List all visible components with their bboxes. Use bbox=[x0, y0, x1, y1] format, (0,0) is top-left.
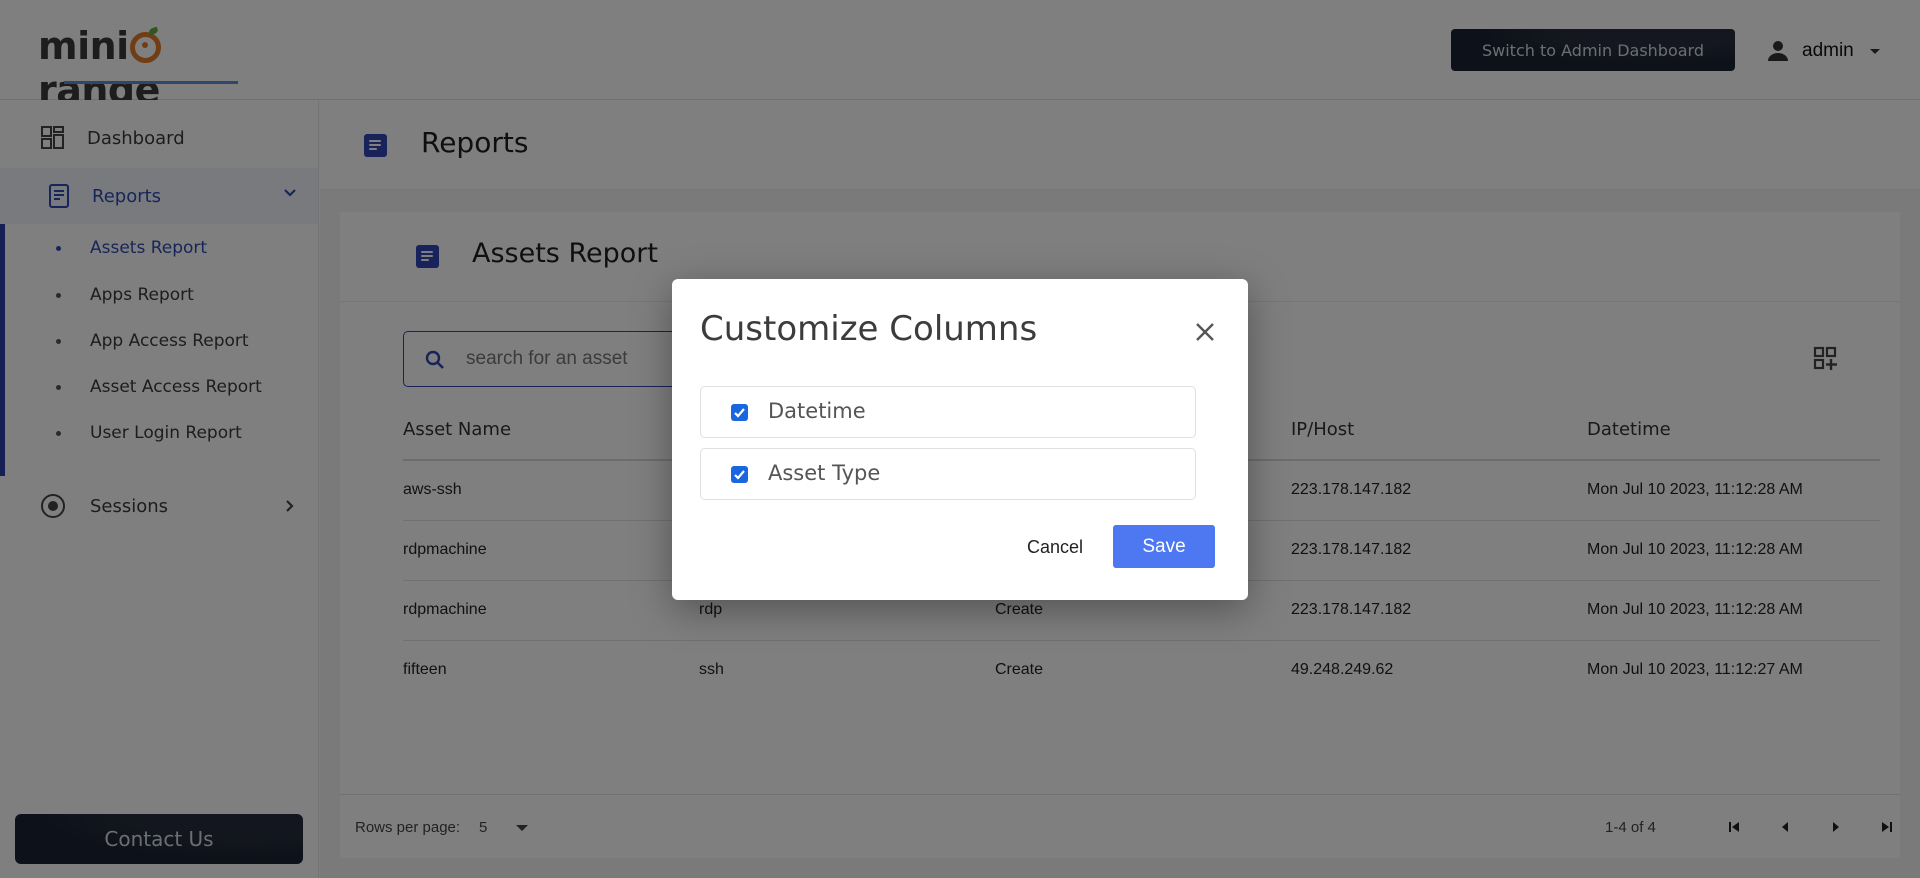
column-option-datetime[interactable]: Datetime bbox=[700, 386, 1196, 438]
asset-type-checkbox[interactable] bbox=[731, 466, 748, 483]
customize-columns-dialog: Customize Columns Datetime Asset Type Ca… bbox=[672, 279, 1248, 600]
check-icon bbox=[734, 470, 745, 480]
column-option-label: Datetime bbox=[768, 399, 866, 423]
dialog-title: Customize Columns bbox=[700, 309, 1038, 349]
save-button[interactable]: Save bbox=[1113, 525, 1215, 568]
check-icon bbox=[734, 408, 745, 418]
column-option-label: Asset Type bbox=[768, 461, 881, 485]
close-icon[interactable] bbox=[1194, 321, 1216, 343]
cancel-button[interactable]: Cancel bbox=[1000, 527, 1110, 567]
datetime-checkbox[interactable] bbox=[731, 404, 748, 421]
column-option-asset-type[interactable]: Asset Type bbox=[700, 448, 1196, 500]
